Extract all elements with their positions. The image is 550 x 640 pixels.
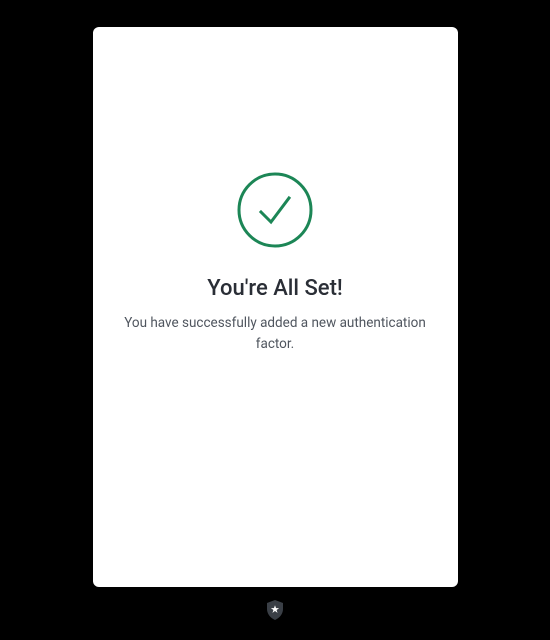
confirmation-card: You're All Set! You have successfully ad… xyxy=(93,27,458,587)
confirmation-message: You have successfully added a new authen… xyxy=(93,313,458,355)
confirmation-title: You're All Set! xyxy=(207,276,343,301)
success-check-icon xyxy=(237,172,313,248)
auth0-shield-icon xyxy=(266,600,284,620)
